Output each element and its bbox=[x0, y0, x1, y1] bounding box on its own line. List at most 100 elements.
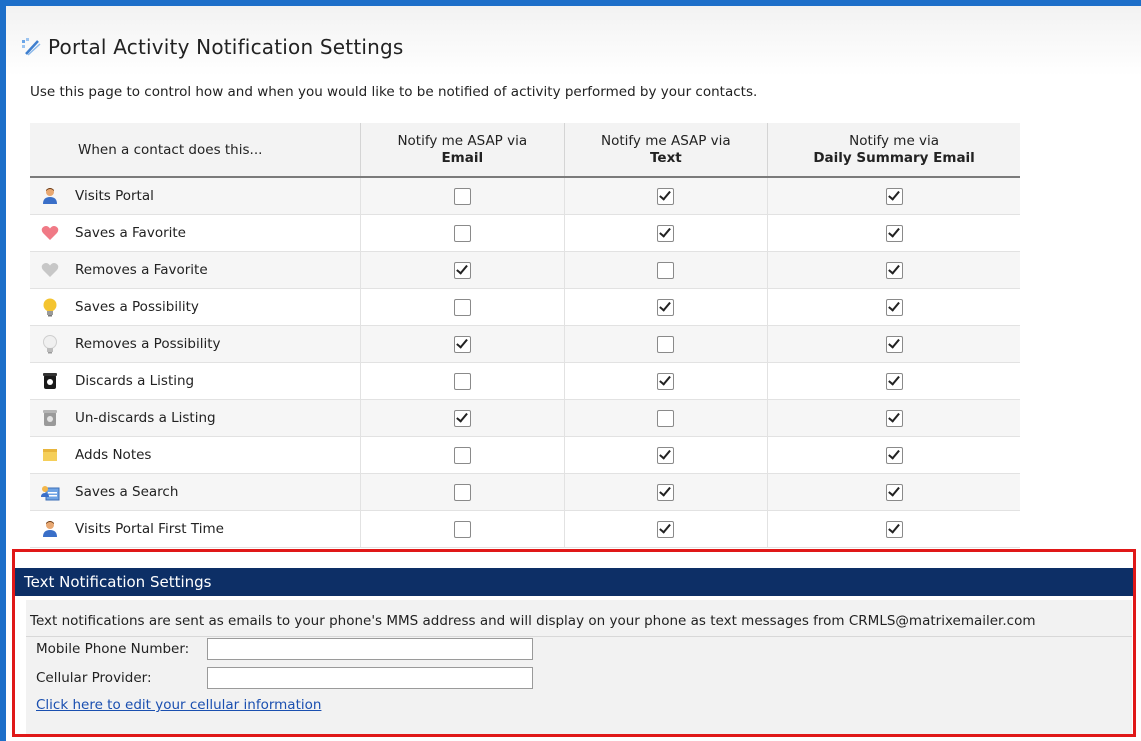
column-header-activity: When a contact does this... bbox=[30, 123, 361, 178]
text-cell bbox=[564, 436, 769, 474]
summary-checkbox[interactable] bbox=[885, 335, 903, 353]
text-checkbox[interactable] bbox=[657, 520, 675, 538]
activity-label: Removes a Favorite bbox=[75, 262, 208, 278]
trash-gray-icon bbox=[40, 408, 60, 428]
email-checkbox[interactable] bbox=[453, 409, 471, 427]
email-checkbox[interactable] bbox=[453, 224, 471, 242]
summary-checkbox[interactable] bbox=[885, 298, 903, 316]
text-checkbox[interactable] bbox=[657, 335, 675, 353]
activity-cell: Removes a Favorite bbox=[30, 251, 361, 289]
table-row: Discards a Listing bbox=[30, 362, 1020, 400]
activity-cell: Saves a Possibility bbox=[30, 288, 361, 326]
text-checkbox[interactable] bbox=[657, 372, 675, 390]
note-icon bbox=[40, 445, 60, 465]
activity-label-wrap: Discards a Listing bbox=[30, 371, 360, 391]
settings-wand-icon bbox=[22, 38, 41, 56]
activity-cell: Adds Notes bbox=[30, 436, 361, 474]
activity-label-wrap: Removes a Favorite bbox=[30, 260, 360, 280]
activity-label-wrap: Saves a Search bbox=[30, 482, 360, 502]
activity-label: Adds Notes bbox=[75, 447, 152, 463]
activity-label-wrap: Saves a Favorite bbox=[30, 223, 360, 243]
lightbulb-gray-icon bbox=[40, 334, 60, 354]
summary-cell bbox=[767, 288, 1020, 326]
activity-label-wrap: Saves a Possibility bbox=[30, 297, 360, 317]
search-save-icon bbox=[40, 482, 60, 502]
email-checkbox[interactable] bbox=[453, 261, 471, 279]
email-checkbox[interactable] bbox=[453, 335, 471, 353]
table-row: Removes a Possibility bbox=[30, 325, 1020, 363]
column-header-summary: Notify me via Daily Summary Email bbox=[767, 123, 1020, 178]
lightbulb-icon bbox=[40, 297, 60, 317]
table-row: Saves a Possibility bbox=[30, 288, 1020, 326]
text-cell bbox=[564, 288, 769, 326]
person-icon bbox=[40, 186, 60, 206]
email-cell bbox=[360, 510, 565, 548]
activity-label-wrap: Un-discards a Listing bbox=[30, 408, 360, 428]
email-checkbox[interactable] bbox=[453, 298, 471, 316]
activity-label-wrap: Visits Portal bbox=[30, 186, 360, 206]
text-checkbox[interactable] bbox=[657, 298, 675, 316]
table-row: Visits Portal First Time bbox=[30, 510, 1020, 548]
activity-label: Removes a Possibility bbox=[75, 336, 221, 352]
email-checkbox[interactable] bbox=[453, 446, 471, 464]
summary-cell bbox=[767, 510, 1020, 548]
summary-cell bbox=[767, 436, 1020, 474]
text-cell bbox=[564, 177, 769, 215]
person-icon bbox=[40, 519, 60, 539]
activity-cell: Discards a Listing bbox=[30, 362, 361, 400]
text-cell bbox=[564, 473, 769, 511]
summary-checkbox[interactable] bbox=[885, 483, 903, 501]
activity-label: Visits Portal First Time bbox=[75, 521, 224, 537]
summary-checkbox[interactable] bbox=[885, 520, 903, 538]
email-cell bbox=[360, 214, 565, 252]
trash-icon bbox=[40, 371, 60, 391]
activity-cell: Visits Portal First Time bbox=[30, 510, 361, 548]
activity-cell: Saves a Search bbox=[30, 473, 361, 511]
text-checkbox[interactable] bbox=[657, 261, 675, 279]
text-cell bbox=[564, 362, 769, 400]
activity-label: Saves a Search bbox=[75, 484, 179, 500]
activity-cell: Un-discards a Listing bbox=[30, 399, 361, 437]
text-cell bbox=[564, 214, 769, 252]
table-body: Visits Portal Saves a Favorite Removes a F… bbox=[30, 177, 1020, 548]
page-intro: Use this page to control how and when yo… bbox=[30, 84, 758, 100]
activity-label: Saves a Favorite bbox=[75, 225, 186, 241]
text-checkbox[interactable] bbox=[657, 483, 675, 501]
email-cell bbox=[360, 288, 565, 326]
email-cell bbox=[360, 325, 565, 363]
summary-checkbox[interactable] bbox=[885, 409, 903, 427]
summary-cell bbox=[767, 251, 1020, 289]
summary-checkbox[interactable] bbox=[885, 187, 903, 205]
email-checkbox[interactable] bbox=[453, 483, 471, 501]
heart-gray-icon bbox=[40, 260, 60, 280]
email-cell bbox=[360, 473, 565, 511]
summary-checkbox[interactable] bbox=[885, 372, 903, 390]
email-cell bbox=[360, 177, 565, 215]
text-cell bbox=[564, 325, 769, 363]
text-checkbox[interactable] bbox=[657, 446, 675, 464]
summary-checkbox[interactable] bbox=[885, 224, 903, 242]
text-checkbox[interactable] bbox=[657, 409, 675, 427]
activity-label: Saves a Possibility bbox=[75, 299, 199, 315]
table-row: Un-discards a Listing bbox=[30, 399, 1020, 437]
summary-cell bbox=[767, 362, 1020, 400]
activity-cell: Saves a Favorite bbox=[30, 214, 361, 252]
email-checkbox[interactable] bbox=[453, 372, 471, 390]
table-row: Saves a Search bbox=[30, 473, 1020, 511]
email-checkbox[interactable] bbox=[453, 520, 471, 538]
activity-cell: Visits Portal bbox=[30, 177, 361, 215]
email-cell bbox=[360, 362, 565, 400]
text-cell bbox=[564, 399, 769, 437]
activity-label: Visits Portal bbox=[75, 188, 154, 204]
email-checkbox[interactable] bbox=[453, 187, 471, 205]
page-title-bar: Portal Activity Notification Settings bbox=[20, 30, 404, 64]
email-cell bbox=[360, 436, 565, 474]
text-checkbox[interactable] bbox=[657, 187, 675, 205]
activity-label: Discards a Listing bbox=[75, 373, 195, 389]
summary-checkbox[interactable] bbox=[885, 446, 903, 464]
summary-cell bbox=[767, 214, 1020, 252]
text-checkbox[interactable] bbox=[657, 224, 675, 242]
summary-cell bbox=[767, 325, 1020, 363]
summary-checkbox[interactable] bbox=[885, 261, 903, 279]
email-cell bbox=[360, 399, 565, 437]
